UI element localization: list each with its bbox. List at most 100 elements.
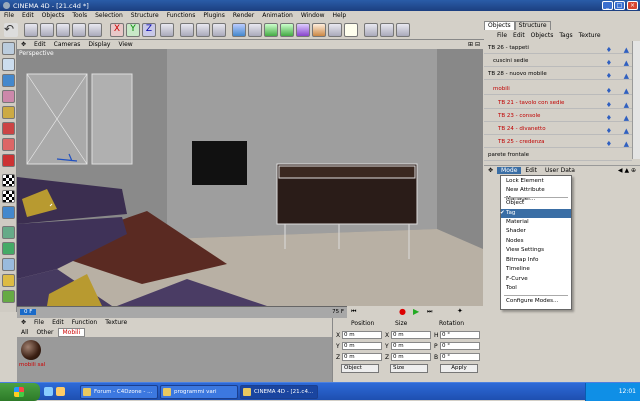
material-menu-function[interactable]: Function	[68, 319, 102, 326]
menu-item-tag[interactable]: ✔ Tag	[500, 209, 571, 219]
layer-icon[interactable]: ♦	[606, 70, 612, 82]
cube-icon[interactable]	[232, 23, 246, 37]
attr-menu-user-data[interactable]: User Data	[541, 167, 579, 174]
sculpt-icon[interactable]	[2, 290, 15, 303]
menu-item-configure-modes[interactable]: Configure Modes...	[501, 297, 571, 306]
menu-file[interactable]: File	[0, 12, 18, 19]
objects-menu-edit[interactable]: Edit	[510, 32, 528, 39]
material-menu-edit[interactable]: Edit	[48, 319, 68, 326]
tweak-mode-icon[interactable]	[2, 190, 15, 203]
live-select-icon[interactable]	[24, 23, 38, 37]
close-button[interactable]: ×	[627, 1, 638, 10]
menu-functions[interactable]: Functions	[163, 12, 200, 19]
select-points-icon[interactable]	[364, 23, 378, 37]
nurbs-icon[interactable]	[264, 23, 278, 37]
scale-icon[interactable]	[56, 23, 70, 37]
objects-menu-texture[interactable]: Texture	[576, 32, 604, 39]
tab-other[interactable]: Other	[32, 329, 57, 336]
menu-item-timeline[interactable]: Timeline	[501, 265, 571, 274]
deformer-icon[interactable]	[296, 23, 310, 37]
size-x-field[interactable]: 0 m	[391, 331, 431, 339]
taskbar-item-forum[interactable]: Forum - C4Dzone - ...	[80, 385, 158, 399]
tab-structure[interactable]: Structure	[514, 21, 551, 30]
select-polygons-icon[interactable]	[396, 23, 410, 37]
menu-item-bitmap-info[interactable]: Bitmap Info	[501, 256, 571, 265]
object-row[interactable]: TB 23 - console ♦ ▲	[484, 110, 632, 122]
object-row[interactable]: parete frontale	[484, 149, 632, 161]
make-editable-icon[interactable]	[2, 42, 15, 55]
viewport-nav-icon[interactable]: ✥	[17, 41, 30, 48]
edges-mode-icon[interactable]	[2, 138, 15, 151]
undo-icon[interactable]: ↶	[4, 23, 18, 37]
menu-help[interactable]: Help	[329, 12, 351, 19]
checker-icon[interactable]	[2, 174, 15, 187]
objects-menu-tags[interactable]: Tags	[556, 32, 575, 39]
select-edges-icon[interactable]	[380, 23, 394, 37]
go-to-start-icon[interactable]: ⏮	[351, 308, 356, 316]
menu-item-new-attribute-manager[interactable]: New Attribute Manager...	[501, 186, 571, 202]
material-swatch[interactable]	[21, 340, 41, 360]
axis-mode-icon[interactable]	[2, 106, 15, 119]
render-settings-icon[interactable]	[212, 23, 226, 37]
material-nav-icon[interactable]: ✥	[17, 319, 30, 326]
menu-structure[interactable]: Structure	[127, 12, 163, 19]
menu-item-f-curve[interactable]: F-Curve	[501, 275, 571, 284]
menu-animation[interactable]: Animation	[258, 12, 297, 19]
layer-icon[interactable]: ♦	[606, 85, 612, 97]
attr-nav-icon[interactable]: ✥	[484, 167, 497, 174]
soft-selection-icon[interactable]	[2, 258, 15, 271]
pos-y-field[interactable]: 0 m	[342, 342, 382, 350]
attr-menu-mode[interactable]: Mode	[497, 167, 522, 174]
keyframe-icon[interactable]: ✦	[457, 307, 463, 315]
texture-mode-icon[interactable]	[2, 90, 15, 103]
polygons-mode-icon[interactable]	[2, 154, 15, 167]
menu-render[interactable]: Render	[229, 12, 258, 19]
record-icon[interactable]: ●	[399, 307, 406, 316]
workplane-icon[interactable]	[2, 226, 15, 239]
array-icon[interactable]	[280, 23, 294, 37]
y-axis-icon[interactable]: Y	[126, 23, 140, 37]
object-row[interactable]: TB 24 - divanetto ♦ ▲	[484, 123, 632, 135]
object-list-scrollbar[interactable]	[632, 41, 640, 159]
object-row[interactable]: mobili ♦ ▲	[484, 83, 632, 95]
rot-b-field[interactable]: 0 °	[440, 353, 480, 361]
viewport-menu-edit[interactable]: Edit	[30, 41, 50, 48]
tag-icon[interactable]: ▲	[624, 70, 629, 82]
recent-tool-icon[interactable]	[88, 23, 102, 37]
material-menu-file[interactable]: File	[30, 319, 48, 326]
coordinate-mode-select[interactable]: Object	[341, 364, 379, 373]
menu-item-lock-element[interactable]: Lock Element	[501, 177, 571, 186]
size-z-field[interactable]: 0 m	[391, 353, 431, 361]
object-row[interactable]: TB 25 - credenza ♦ ▲	[484, 136, 632, 148]
minimize-button[interactable]: _	[602, 1, 613, 10]
model-mode-icon[interactable]	[2, 58, 15, 71]
apply-button[interactable]: Apply	[440, 364, 478, 373]
tab-all[interactable]: All	[17, 329, 32, 336]
taskbar-item-cinema4d[interactable]: CINEMA 4D - [21.c4...	[240, 385, 318, 399]
z-axis-icon[interactable]: Z	[142, 23, 156, 37]
play-icon[interactable]: ▶	[413, 307, 419, 316]
go-to-end-icon[interactable]: ⏭	[427, 308, 432, 316]
menu-selection[interactable]: Selection	[91, 12, 127, 19]
paint-icon[interactable]	[2, 274, 15, 287]
spline-pen-icon[interactable]	[248, 23, 262, 37]
light-icon[interactable]	[344, 23, 358, 37]
pos-z-field[interactable]: 0 m	[342, 353, 382, 361]
quick-launch-icon[interactable]	[56, 387, 65, 396]
material-menu-texture[interactable]: Texture	[101, 319, 131, 326]
viewport-menu-display[interactable]: Display	[84, 41, 114, 48]
viewport-menu-cameras[interactable]: Cameras	[50, 41, 85, 48]
menu-objects[interactable]: Objects	[38, 12, 69, 19]
coordinate-system-icon[interactable]	[160, 23, 174, 37]
menu-window[interactable]: Window	[297, 12, 329, 19]
tab-objects[interactable]: Objects	[484, 21, 515, 30]
size-y-field[interactable]: 0 m	[391, 342, 431, 350]
rot-p-field[interactable]: 0 °	[440, 342, 480, 350]
viewport-menu-view[interactable]: View	[114, 41, 136, 48]
menu-edit[interactable]: Edit	[18, 12, 38, 19]
perspective-viewport[interactable]: Perspective	[17, 49, 483, 306]
render-view-icon[interactable]	[180, 23, 194, 37]
tag-icon[interactable]: ▲	[624, 85, 629, 97]
scene-icon[interactable]	[312, 23, 326, 37]
tab-mobili[interactable]: Mobili	[57, 327, 86, 337]
